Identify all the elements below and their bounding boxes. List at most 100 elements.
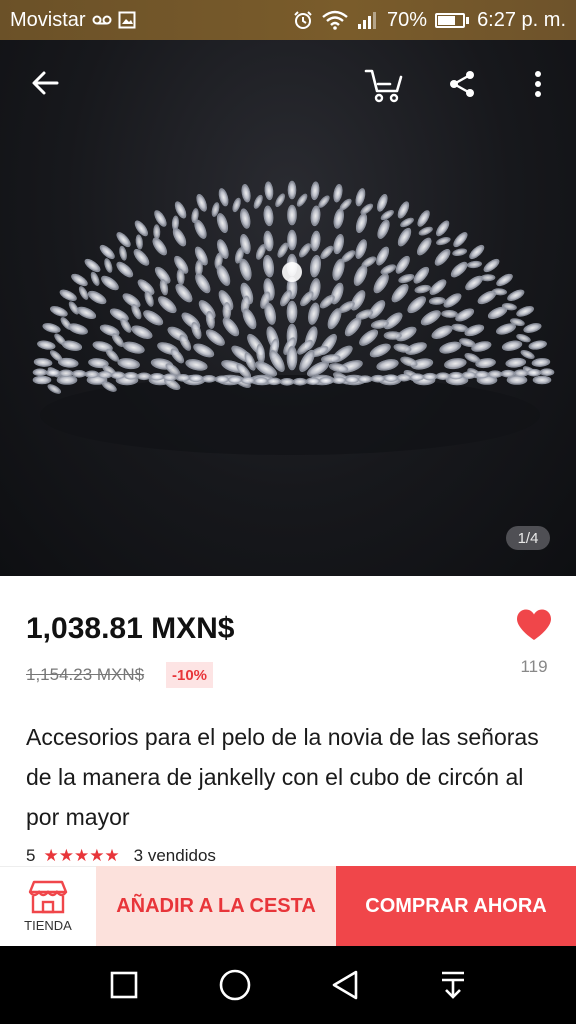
- tiara-crystal: [286, 300, 298, 324]
- tiara-crystal: [467, 260, 482, 269]
- recent-apps-icon[interactable]: [110, 971, 138, 999]
- tiara-crystal: [50, 306, 68, 317]
- tiara-crystal: [76, 306, 97, 319]
- tiara-crystal: [483, 258, 500, 273]
- tiara-crystal: [308, 302, 320, 325]
- tiara-crystal: [453, 232, 468, 248]
- tiara-crystal: [131, 325, 153, 339]
- top-toolbar: [0, 40, 576, 130]
- tiara-crystal: [299, 243, 311, 258]
- tiara-crystal: [513, 369, 529, 377]
- tiara-crystal: [310, 205, 321, 227]
- tiara-crystal: [333, 208, 344, 229]
- home-icon[interactable]: [219, 969, 251, 1001]
- tiara-crystal: [296, 193, 308, 207]
- battery-percent: 70%: [387, 8, 428, 31]
- tiara-crystal: [305, 377, 321, 385]
- more-options-button[interactable]: [516, 62, 560, 106]
- store-button[interactable]: TIENDA: [0, 866, 96, 946]
- tiara-crystal: [355, 188, 366, 207]
- back-icon[interactable]: [331, 970, 359, 1000]
- store-icon: [28, 880, 68, 914]
- tiara-crystal: [435, 372, 451, 380]
- tiara-crystal: [450, 261, 468, 278]
- tiara-crystal: [526, 368, 542, 377]
- tiara-crystal: [396, 373, 412, 382]
- tiara-crystal: [344, 317, 362, 337]
- tiara-crystal: [368, 300, 386, 319]
- tiara-crystal: [87, 290, 107, 305]
- tiara-crystal: [428, 296, 446, 305]
- alarm-icon: [294, 11, 312, 29]
- tiara-crystal: [383, 374, 399, 382]
- tiara-crystal: [507, 289, 525, 301]
- sold-count: 3 vendidos: [133, 846, 216, 865]
- tiara-crystal: [158, 296, 177, 314]
- tiara-crystal: [487, 370, 503, 378]
- tiara-crystal: [263, 205, 274, 227]
- tiara-crystal: [477, 290, 497, 305]
- tiara-crystal: [310, 230, 321, 252]
- tiara-crystal: [131, 303, 142, 320]
- tiara-center-stone: [282, 262, 302, 282]
- tiara-crystal: [193, 343, 215, 358]
- share-button[interactable]: [440, 62, 484, 106]
- tiara-crystal: [149, 373, 165, 381]
- tiara-crystal: [279, 378, 295, 386]
- tiara-crystal: [333, 184, 343, 203]
- carrier-info: Movistar: [10, 9, 136, 32]
- buy-now-button[interactable]: COMPRAR AHORA: [336, 866, 576, 946]
- product-title: Accesorios para el pelo de la novia de l…: [26, 724, 539, 830]
- tiara-crystal: [377, 219, 390, 239]
- tiara-crystal: [71, 370, 87, 378]
- tiara-crystal: [287, 229, 297, 251]
- tiara-crystal: [134, 220, 148, 237]
- tiara-crystal: [84, 370, 100, 379]
- tiara-crystal: [222, 317, 240, 337]
- tiara-crystal: [474, 370, 490, 379]
- tiara-crystal: [47, 384, 62, 394]
- back-button[interactable]: [22, 60, 68, 106]
- rating-row[interactable]: 5 ★★★★★ 3 vendidos: [26, 846, 216, 866]
- tiara-crystal: [110, 371, 126, 380]
- tiara-crystal: [253, 194, 263, 209]
- tiara-crystal: [117, 358, 140, 370]
- tiara-crystal: [119, 245, 127, 261]
- tiara-crystal: [409, 373, 425, 381]
- tiara-crystal: [241, 184, 251, 203]
- tiara-crystal: [418, 226, 433, 236]
- tiara-crystal: [436, 220, 450, 237]
- cart-button[interactable]: [360, 62, 408, 108]
- tiara-crystal: [61, 340, 83, 351]
- tiara-crystal: [154, 210, 167, 227]
- image-page-counter: 1/4: [506, 526, 550, 550]
- tiara-crystal: [459, 338, 476, 348]
- tiara-crystal: [417, 210, 430, 227]
- wishlist-count: 119: [520, 657, 548, 676]
- tiara-crystal: [344, 375, 360, 384]
- system-nav-bar: [0, 946, 576, 1024]
- tiara-crystal: [136, 372, 152, 381]
- clock: 6:27 p. m.: [477, 8, 566, 31]
- wifi-icon: [322, 10, 348, 30]
- back-arrow-icon: [32, 71, 59, 95]
- tiara-crystal: [287, 204, 297, 226]
- tiara-crystal: [232, 197, 241, 213]
- tiara-crystal: [333, 233, 344, 255]
- rating-stars: ★★★★★: [43, 846, 120, 865]
- tiara-crystal: [116, 232, 131, 248]
- tiara-crystal: [355, 213, 368, 233]
- tiara-crystal: [501, 340, 523, 351]
- notification-pull-icon[interactable]: [440, 970, 466, 1000]
- tiara-crystal: [216, 213, 229, 233]
- tiara-crystal: [266, 377, 282, 386]
- add-to-cart-button[interactable]: AÑADIR A LA CESTA: [96, 866, 336, 946]
- tiara-crystal: [391, 283, 409, 303]
- tiara-crystal: [395, 255, 410, 274]
- tiara-crystal: [172, 227, 187, 247]
- tiara-crystal: [263, 254, 275, 278]
- discount-badge: -10%: [166, 662, 214, 688]
- tiara-crystal: [253, 377, 269, 385]
- tiara-crystal: [417, 237, 432, 256]
- tiara-crystal: [286, 345, 298, 371]
